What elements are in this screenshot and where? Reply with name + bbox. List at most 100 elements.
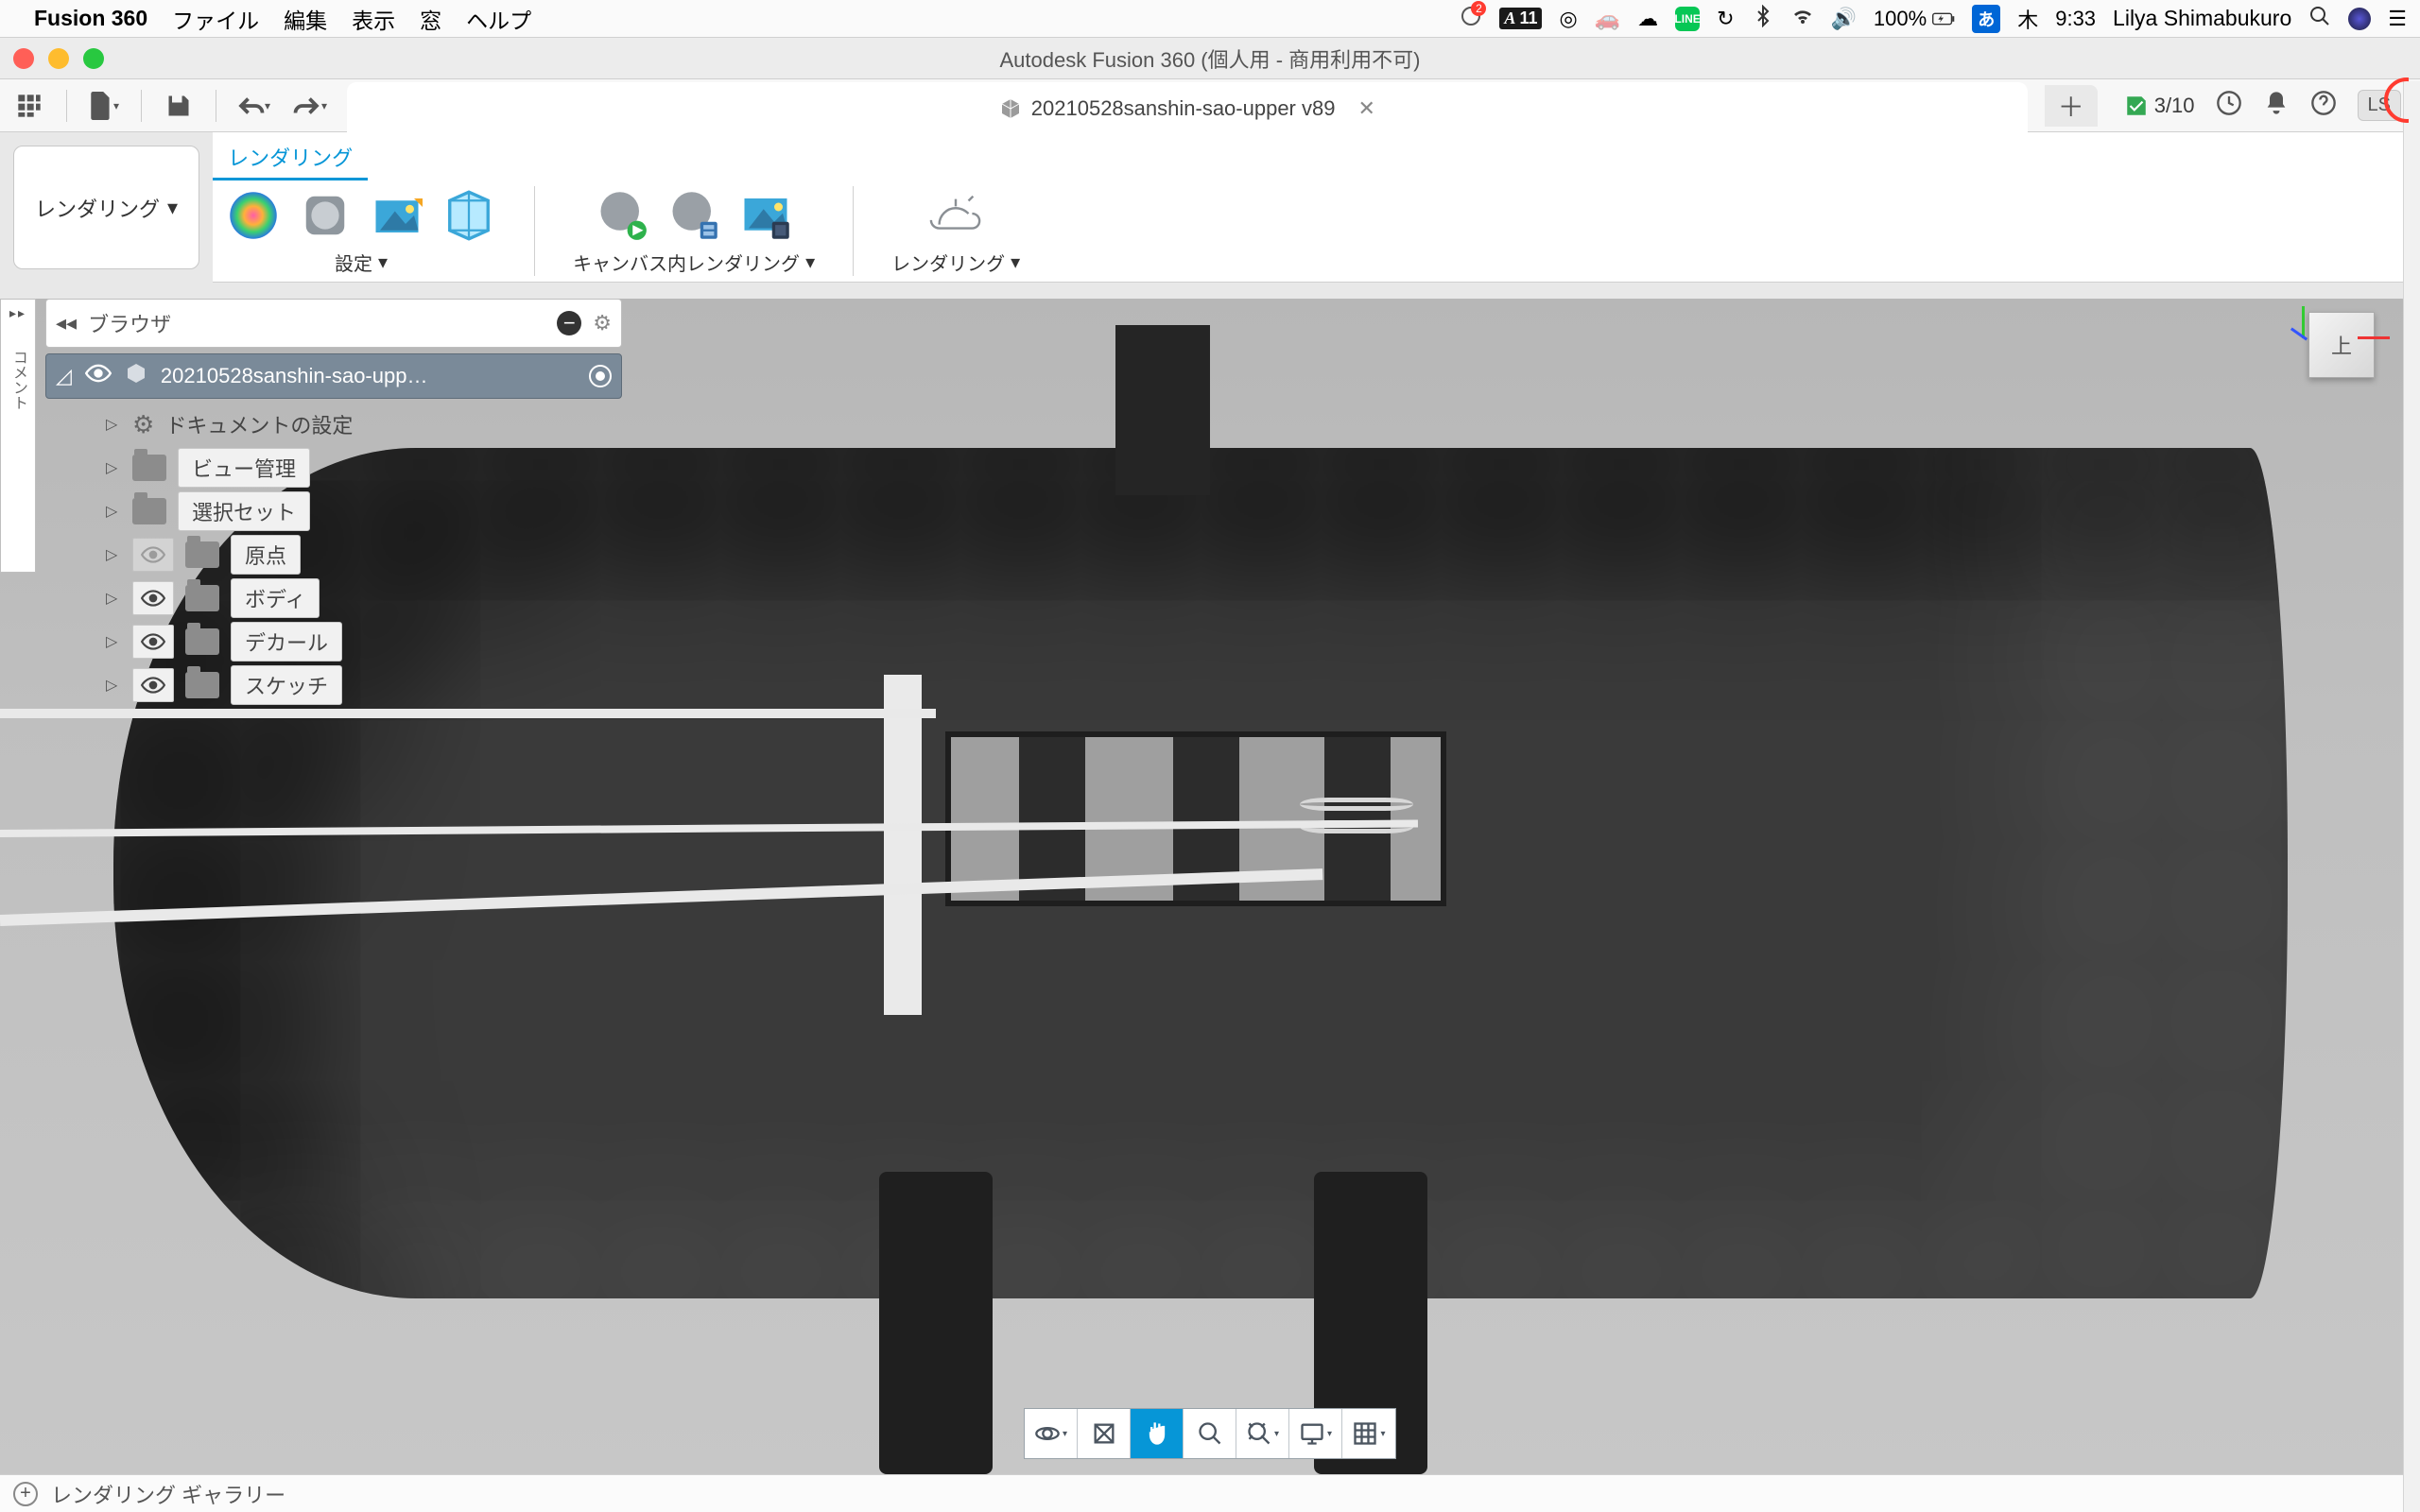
data-panel-button[interactable] [9, 86, 49, 126]
notifications-icon[interactable] [2263, 90, 2290, 121]
help-icon[interactable] [2310, 90, 2337, 121]
gear-icon[interactable]: ⚙ [593, 311, 612, 335]
app-name[interactable]: Fusion 360 [34, 6, 147, 31]
menu-edit[interactable]: 編集 [284, 3, 327, 35]
control-center-icon[interactable]: ☰ [2388, 7, 2407, 31]
tree-label: 原点 [231, 535, 301, 575]
scene-settings-button[interactable] [298, 188, 353, 243]
fit-button[interactable]: ▾ [1236, 1409, 1289, 1458]
menu-window[interactable]: 窓 [420, 3, 441, 35]
left-panel-strip[interactable]: ▸▸ コメント [0, 299, 36, 573]
orbit-button[interactable]: ▾ [1025, 1409, 1078, 1458]
clock-time[interactable]: 9:33 [2055, 7, 2096, 31]
decal-button[interactable] [370, 188, 424, 243]
menu-file[interactable]: ファイル [172, 3, 259, 35]
expand-caret-icon[interactable]: ▷ [106, 589, 121, 608]
visibility-toggle[interactable] [132, 668, 174, 702]
menu-view[interactable]: 表示 [352, 3, 395, 35]
tree-row-view-management[interactable]: ▷ ビュー管理 [45, 446, 622, 490]
browser-root-name: 20210528sanshin-sao-upp… [161, 364, 576, 388]
redo-button[interactable]: ▾ [290, 86, 330, 126]
tree-row-bodies[interactable]: ▷ ボディ [45, 576, 622, 620]
car-icon[interactable]: 🚗 [1595, 7, 1620, 31]
look-at-button[interactable] [1078, 1409, 1131, 1458]
siri-icon[interactable] [2348, 8, 2371, 30]
tree-row-decals[interactable]: ▷ デカール [45, 620, 622, 663]
volume-icon[interactable]: 🔊 [1831, 7, 1857, 31]
job-status[interactable]: 3/10 [2124, 94, 2195, 118]
tree-row-document-settings[interactable]: ▷ ⚙ ドキュメントの設定 [45, 403, 622, 446]
spotlight-icon[interactable] [2308, 5, 2331, 33]
navigation-bar: ▾ ▾ ▾ ▾ [1024, 1408, 1396, 1459]
collapse-icon[interactable]: ◂◂ [56, 311, 77, 335]
timemachine-icon[interactable]: ↻ [1717, 7, 1734, 31]
macos-menubar: Fusion 360 ファイル 編集 表示 窓 ヘルプ 2 A11 ◎ 🚗 ☁ … [0, 0, 2420, 38]
axis-y-indicator [2302, 306, 2305, 338]
tree-label: ビュー管理 [178, 448, 310, 488]
expand-caret-icon[interactable]: ▷ [106, 545, 121, 564]
tree-row-origin[interactable]: ▷ 原点 [45, 533, 622, 576]
grid-settings-button[interactable]: ▾ [1342, 1409, 1395, 1458]
notifications-menubar-icon[interactable]: 2 [1460, 5, 1482, 33]
texture-map-controls-button[interactable] [441, 188, 496, 243]
expand-icon[interactable]: ▸▸ [9, 305, 26, 321]
close-tab-button[interactable]: ✕ [1357, 96, 1374, 121]
tree-label: ドキュメントの設定 [165, 409, 353, 439]
tree-row-sketches[interactable]: ▷ スケッチ [45, 663, 622, 707]
workspace-switcher[interactable]: レンダリング ▾ [13, 146, 199, 269]
browser-header[interactable]: ◂◂ ブラウザ − ⚙ [45, 299, 622, 348]
folder-icon [185, 585, 219, 611]
battery-status[interactable]: 100% [1874, 7, 1955, 31]
in-canvas-render-settings-button[interactable] [666, 188, 721, 243]
viewcube[interactable]: 上 [2308, 312, 2375, 378]
expand-caret-icon[interactable]: ▷ [106, 502, 121, 521]
ime-indicator[interactable]: あ [1972, 5, 2000, 33]
tree-label: スケッチ [231, 665, 342, 705]
file-menu-button[interactable]: ▾ [84, 86, 124, 126]
visibility-toggle[interactable] [132, 538, 174, 572]
save-button[interactable] [159, 86, 199, 126]
window-titlebar: Autodesk Fusion 360 (個人用 - 商用利用不可) [0, 38, 2420, 79]
browser-tree: ▷ ⚙ ドキュメントの設定 ▷ ビュー管理 ▷ 選択セット ▷ 原点 ▷ ボディ… [45, 403, 622, 707]
document-tab[interactable]: 20210528sanshin-sao-upper v89 ✕ [347, 82, 2028, 134]
undo-button[interactable]: ▾ [233, 86, 273, 126]
menu-help[interactable]: ヘルプ [466, 3, 531, 35]
browser-root-row[interactable]: ◿ 20210528sanshin-sao-upp… [45, 353, 622, 399]
ribbon-group-in-canvas: キャンバス内レンダリング ▾ [573, 188, 815, 276]
cloud-icon[interactable]: ☁ [1637, 7, 1658, 31]
add-render-button[interactable]: + [13, 1482, 38, 1506]
folder-icon [132, 455, 166, 481]
in-canvas-render-button[interactable] [595, 188, 649, 243]
expand-caret-icon[interactable]: ▷ [106, 632, 121, 651]
render-button[interactable] [928, 188, 983, 243]
bluetooth-icon[interactable] [1752, 5, 1774, 33]
pan-button[interactable] [1131, 1409, 1184, 1458]
line-app-icon[interactable]: LINE [1675, 7, 1700, 31]
browser-collapse-button[interactable]: − [557, 311, 581, 335]
expand-caret-icon[interactable]: ▷ [106, 415, 121, 434]
adobe-count: 11 [1519, 9, 1537, 28]
eye-icon[interactable] [85, 364, 112, 388]
expand-caret-icon[interactable]: ▷ [106, 458, 121, 477]
spiral-icon[interactable]: ◎ [1559, 7, 1577, 31]
expand-caret-icon[interactable]: ▷ [106, 676, 121, 695]
clock-day[interactable]: 木 [2017, 4, 2038, 34]
ribbon-tab-render[interactable]: レンダリング [213, 138, 368, 180]
adobe-cc-icon[interactable]: A11 [1499, 8, 1542, 29]
ribbon-group-render-label: レンダリング ▾ [891, 249, 1020, 276]
username[interactable]: Lilya Shimabukuro [2113, 6, 2291, 31]
visibility-toggle[interactable] [132, 581, 174, 615]
tree-row-selection-sets[interactable]: ▷ 選択セット [45, 490, 622, 533]
clock-history-icon[interactable] [2216, 90, 2242, 121]
zoom-button[interactable] [1184, 1409, 1236, 1458]
right-scrollbar[interactable] [2403, 81, 2420, 1512]
new-tab-button[interactable]: ＋ [2045, 85, 2098, 127]
wifi-icon[interactable] [1791, 5, 1814, 33]
capture-image-button[interactable] [738, 188, 793, 243]
browser-title: ブラウザ [88, 308, 545, 338]
display-settings-button[interactable]: ▾ [1289, 1409, 1342, 1458]
activate-radio[interactable] [589, 365, 612, 387]
visibility-toggle[interactable] [132, 625, 174, 659]
expand-caret-icon[interactable]: ◿ [56, 364, 72, 388]
appearance-button[interactable] [226, 188, 281, 243]
